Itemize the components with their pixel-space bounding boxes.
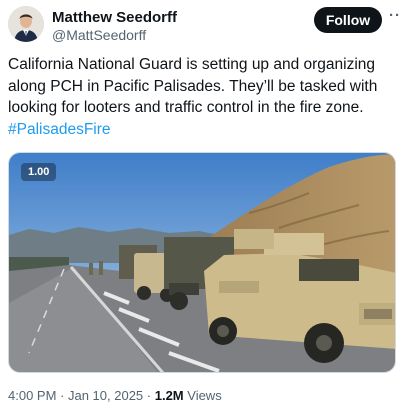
tweet-body: California National Guard is setting up …	[8, 56, 378, 116]
hashtag-link[interactable]: #PalisadesFire	[8, 121, 111, 138]
photo-icon	[9, 153, 395, 372]
author-name[interactable]: Matthew Seedorff	[52, 9, 177, 27]
tweet-header: Matthew Seedorff @MattSeedorff Follow ··…	[8, 6, 400, 46]
follow-button[interactable]: Follow	[314, 7, 382, 33]
avatar[interactable]	[8, 6, 44, 42]
media-badge: 1.00	[21, 163, 57, 181]
views-count: 1.2M	[154, 388, 184, 402]
views-label: Views	[183, 388, 222, 402]
meta-separator: ·	[56, 388, 68, 402]
tweet-meta: 4:00 PM · Jan 10, 2025 · 1.2M Views	[8, 388, 222, 402]
tweet-date[interactable]: Jan 10, 2025	[68, 388, 143, 402]
avatar-image	[8, 6, 44, 42]
tweet-text: California National Guard is setting up …	[8, 54, 392, 140]
more-options-icon[interactable]: ···	[389, 8, 400, 30]
author-handle[interactable]: @MattSeedorff	[52, 27, 146, 44]
tweet-time[interactable]: 4:00 PM	[8, 388, 56, 402]
meta-separator: ·	[143, 388, 155, 402]
tweet-media[interactable]: 1.00	[8, 152, 396, 373]
